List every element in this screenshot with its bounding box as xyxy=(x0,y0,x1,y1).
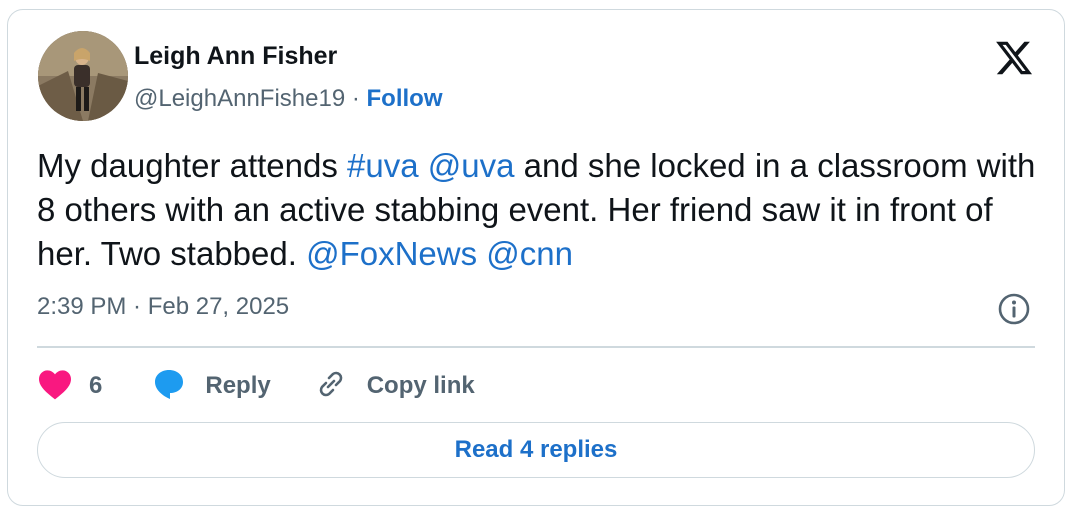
reply-bubble-icon xyxy=(151,367,187,406)
follow-button[interactable]: Follow xyxy=(367,85,443,112)
heart-icon xyxy=(37,368,73,405)
mention-link-foxnews[interactable]: @FoxNews xyxy=(306,235,477,272)
tweet-timestamp[interactable]: 2:39 PM · Feb 27, 2025 xyxy=(37,293,289,321)
author-handle-row: @LeighAnnFishe19 · Follow xyxy=(134,85,442,113)
tweet-text-segment xyxy=(419,147,428,184)
hashtag-link-uva[interactable]: #uva xyxy=(347,147,419,184)
reply-label: Reply xyxy=(205,372,271,399)
tweet-text-segment xyxy=(477,235,486,272)
avatar[interactable] xyxy=(38,31,128,121)
read-replies-button[interactable]: Read 4 replies xyxy=(37,422,1035,478)
divider xyxy=(37,346,1035,348)
tweet-text-segment: My daughter attends xyxy=(37,147,348,184)
handle-separator: · xyxy=(345,85,367,112)
tweet-card: Leigh Ann Fisher @LeighAnnFishe19 · Foll… xyxy=(7,9,1065,506)
reply-button[interactable]: Reply xyxy=(151,367,271,406)
info-icon[interactable] xyxy=(997,292,1031,326)
author-handle[interactable]: @LeighAnnFishe19 xyxy=(134,85,345,112)
action-bar: 6 Reply Copy link xyxy=(37,366,475,406)
mention-link-uva[interactable]: @uva xyxy=(428,147,515,184)
x-logo-icon[interactable] xyxy=(994,38,1034,78)
author-name[interactable]: Leigh Ann Fisher xyxy=(134,42,337,71)
like-button[interactable]: 6 xyxy=(37,368,102,405)
copy-link-button[interactable]: Copy link xyxy=(313,366,475,407)
copy-link-label: Copy link xyxy=(366,372,475,399)
link-icon xyxy=(313,366,349,407)
tweet-text: My daughter attends #uva @uva and she lo… xyxy=(37,144,1037,276)
like-count: 6 xyxy=(89,372,103,399)
mention-link-cnn[interactable]: @cnn xyxy=(486,235,573,272)
